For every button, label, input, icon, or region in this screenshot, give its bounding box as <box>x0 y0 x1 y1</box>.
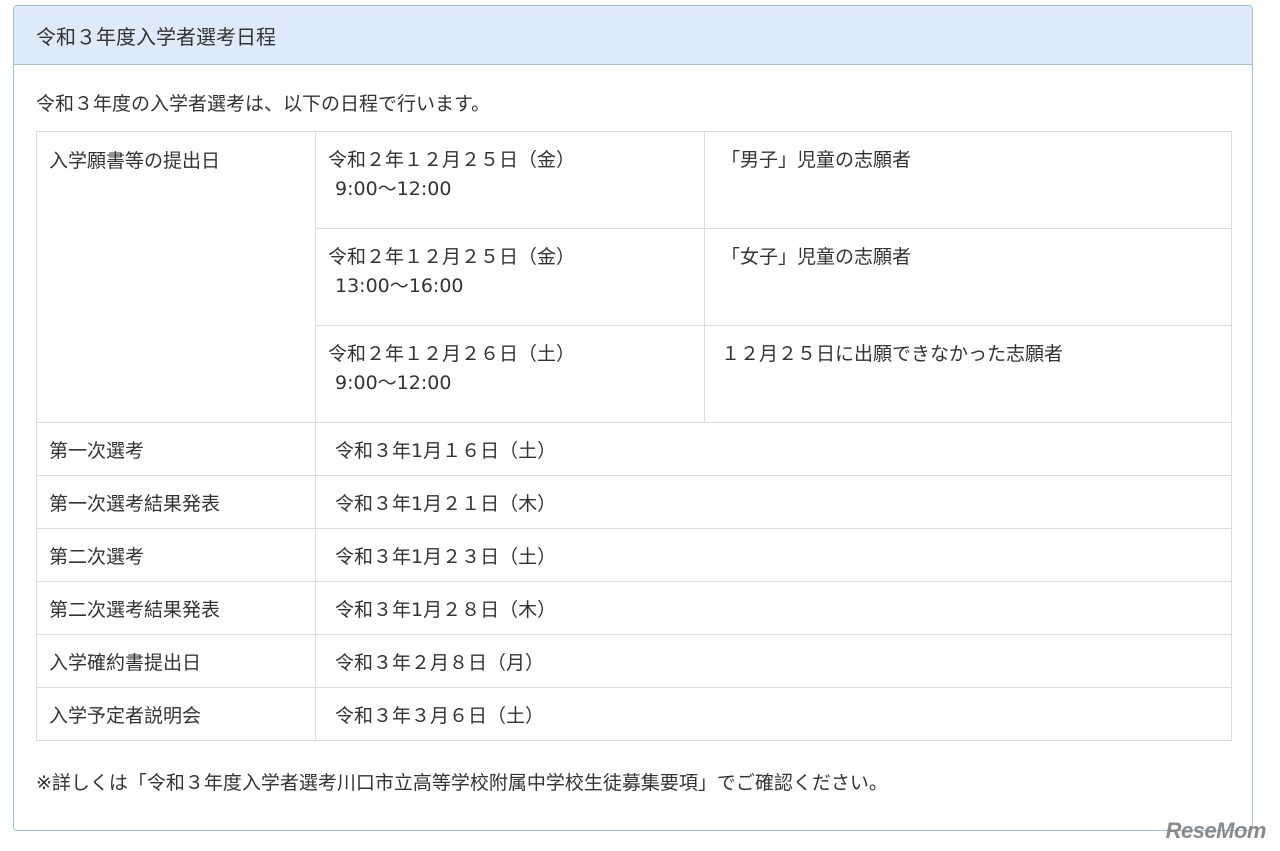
schedule-date: 令和３年1月２３日（土） <box>315 528 1232 582</box>
intro-text: 令和３年度の入学者選考は、以下の日程で行います。 <box>36 93 491 115</box>
table-row: 第二次選考 令和３年1月２３日（土） <box>36 528 1232 582</box>
schedule-label: 第二次選考結果発表 <box>36 581 316 635</box>
table-row: 第二次選考結果発表 令和３年1月２８日（木） <box>36 581 1232 635</box>
schedule-panel: 令和３年度入学者選考日程 令和３年度の入学者選考は、以下の日程で行います。 入学… <box>13 5 1253 831</box>
application-date-cell: 令和２年１２月２５日（金） 9:00～12:00 <box>315 131 705 229</box>
schedule-date: 令和３年３月６日（土） <box>315 687 1232 741</box>
table-row: 入学確約書提出日 令和３年２月８日（月） <box>36 634 1232 688</box>
schedule-table: 入学願書等の提出日 令和２年１２月２５日（金） 9:00～12:00 「男子」児… <box>36 131 1232 741</box>
schedule-date: 令和３年1月１６日（土） <box>315 422 1232 476</box>
schedule-label: 入学予定者説明会 <box>36 687 316 741</box>
table-row: 第一次選考結果発表 令和３年1月２１日（木） <box>36 475 1232 529</box>
schedule-label: 第一次選考 <box>36 422 316 476</box>
table-row: 入学願書等の提出日 令和２年１２月２５日（金） 9:00～12:00 「男子」児… <box>36 131 1232 423</box>
application-note: 「女子」児童の志願者 <box>704 228 1232 326</box>
schedule-label: 第一次選考結果発表 <box>36 475 316 529</box>
resemom-logo: ReseMom <box>1165 818 1267 843</box>
application-time: 13:00～16:00 <box>335 275 464 297</box>
table-row: 第一次選考 令和３年1月１６日（土） <box>36 422 1232 476</box>
schedule-date: 令和３年２月８日（月） <box>315 634 1232 688</box>
application-note: 「男子」児童の志願者 <box>704 131 1232 229</box>
application-label: 入学願書等の提出日 <box>36 131 316 423</box>
application-date-cell: 令和２年１２月２６日（土） 9:00～12:00 <box>315 325 705 423</box>
application-time: 9:00～12:00 <box>335 372 452 394</box>
panel-title: 令和３年度入学者選考日程 <box>36 24 276 49</box>
application-time: 9:00～12:00 <box>335 178 452 200</box>
schedule-date: 令和３年1月２１日（木） <box>315 475 1232 529</box>
schedule-label: 第二次選考 <box>36 528 316 582</box>
application-date: 令和２年１２月２５日（金） <box>328 149 576 171</box>
panel-heading: 令和３年度入学者選考日程 <box>14 6 1252 65</box>
schedule-label: 入学確約書提出日 <box>36 634 316 688</box>
application-note: １２月２５日に出願できなかった志願者 <box>704 325 1232 423</box>
footer-note: ※詳しくは「令和３年度入学者選考川口市立高等学校附属中学校生徒募集要項」でご確認… <box>36 772 888 794</box>
schedule-date: 令和３年1月２８日（木） <box>315 581 1232 635</box>
table-row: 入学予定者説明会 令和３年３月６日（土） <box>36 687 1232 741</box>
application-date: 令和２年１２月２５日（金） <box>328 246 576 268</box>
application-date: 令和２年１２月２６日（土） <box>328 343 576 365</box>
application-date-cell: 令和２年１２月２５日（金） 13:00～16:00 <box>315 228 705 326</box>
